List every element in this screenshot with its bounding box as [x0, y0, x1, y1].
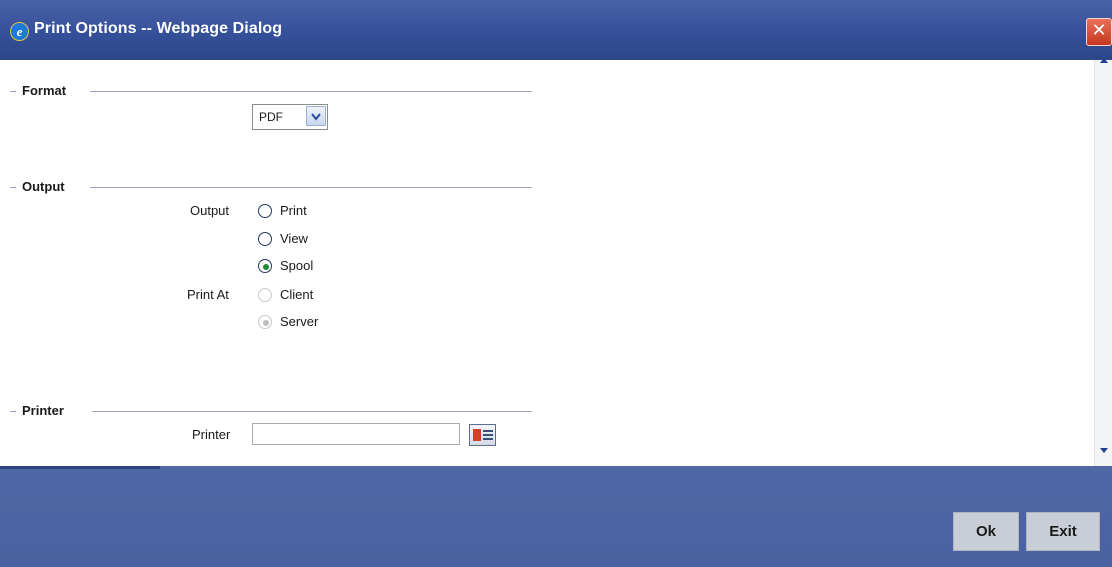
radio-label: Client — [280, 287, 314, 302]
radio-button[interactable] — [258, 288, 272, 302]
radio-button-selected[interactable] — [258, 259, 272, 273]
format-select-value: PDF — [259, 110, 283, 124]
section-divider — [10, 187, 16, 188]
radio-button[interactable] — [258, 232, 272, 246]
list-line — [483, 430, 493, 432]
vertical-scrollbar[interactable] — [1094, 58, 1112, 466]
dialog-footer: Ok Exit — [0, 466, 1112, 567]
radio-label: Spool — [280, 258, 314, 273]
scroll-up-icon[interactable] — [1099, 54, 1109, 66]
dialog-title: Print Options -- Webpage Dialog — [34, 20, 283, 37]
list-of-values-icon — [473, 429, 481, 441]
radio-button[interactable] — [258, 204, 272, 218]
printer-lookup-button[interactable] — [469, 424, 496, 446]
format-section-header: Format — [10, 83, 532, 99]
radio-label: View — [280, 231, 308, 246]
internet-explorer-icon: e — [10, 22, 29, 41]
dialog-titlebar: e Print Options -- Webpage Dialog ✕ — [0, 0, 1112, 60]
scroll-down-icon[interactable] — [1099, 445, 1109, 457]
close-button[interactable]: ✕ — [1086, 18, 1112, 46]
radio-label: Server — [280, 314, 319, 329]
output-section-header: Output — [10, 179, 532, 195]
format-select[interactable]: PDF — [252, 104, 328, 130]
section-divider — [10, 91, 16, 92]
print-at-label: Print At — [187, 287, 229, 302]
section-divider — [92, 411, 532, 412]
footer-accent — [0, 466, 160, 469]
printer-field-label: Printer — [192, 427, 231, 442]
section-divider — [90, 187, 532, 188]
printer-section-label: Printer — [22, 403, 64, 418]
exit-button[interactable]: Exit — [1026, 512, 1100, 551]
printer-input[interactable] — [252, 423, 460, 445]
format-section-label: Format — [22, 83, 67, 98]
section-divider — [90, 91, 532, 92]
output-section-label: Output — [22, 179, 65, 194]
output-label: Output — [190, 203, 230, 218]
ok-button[interactable]: Ok — [953, 512, 1019, 551]
radio-selected-dot — [263, 264, 269, 270]
section-divider — [10, 411, 16, 412]
chevron-down-icon[interactable] — [306, 106, 326, 126]
list-line — [483, 438, 493, 440]
list-line — [483, 434, 493, 436]
radio-selected-dot — [263, 320, 269, 326]
radio-button-selected[interactable] — [258, 315, 272, 329]
printer-section-header: Printer — [10, 403, 532, 419]
radio-label: Print — [280, 203, 307, 218]
